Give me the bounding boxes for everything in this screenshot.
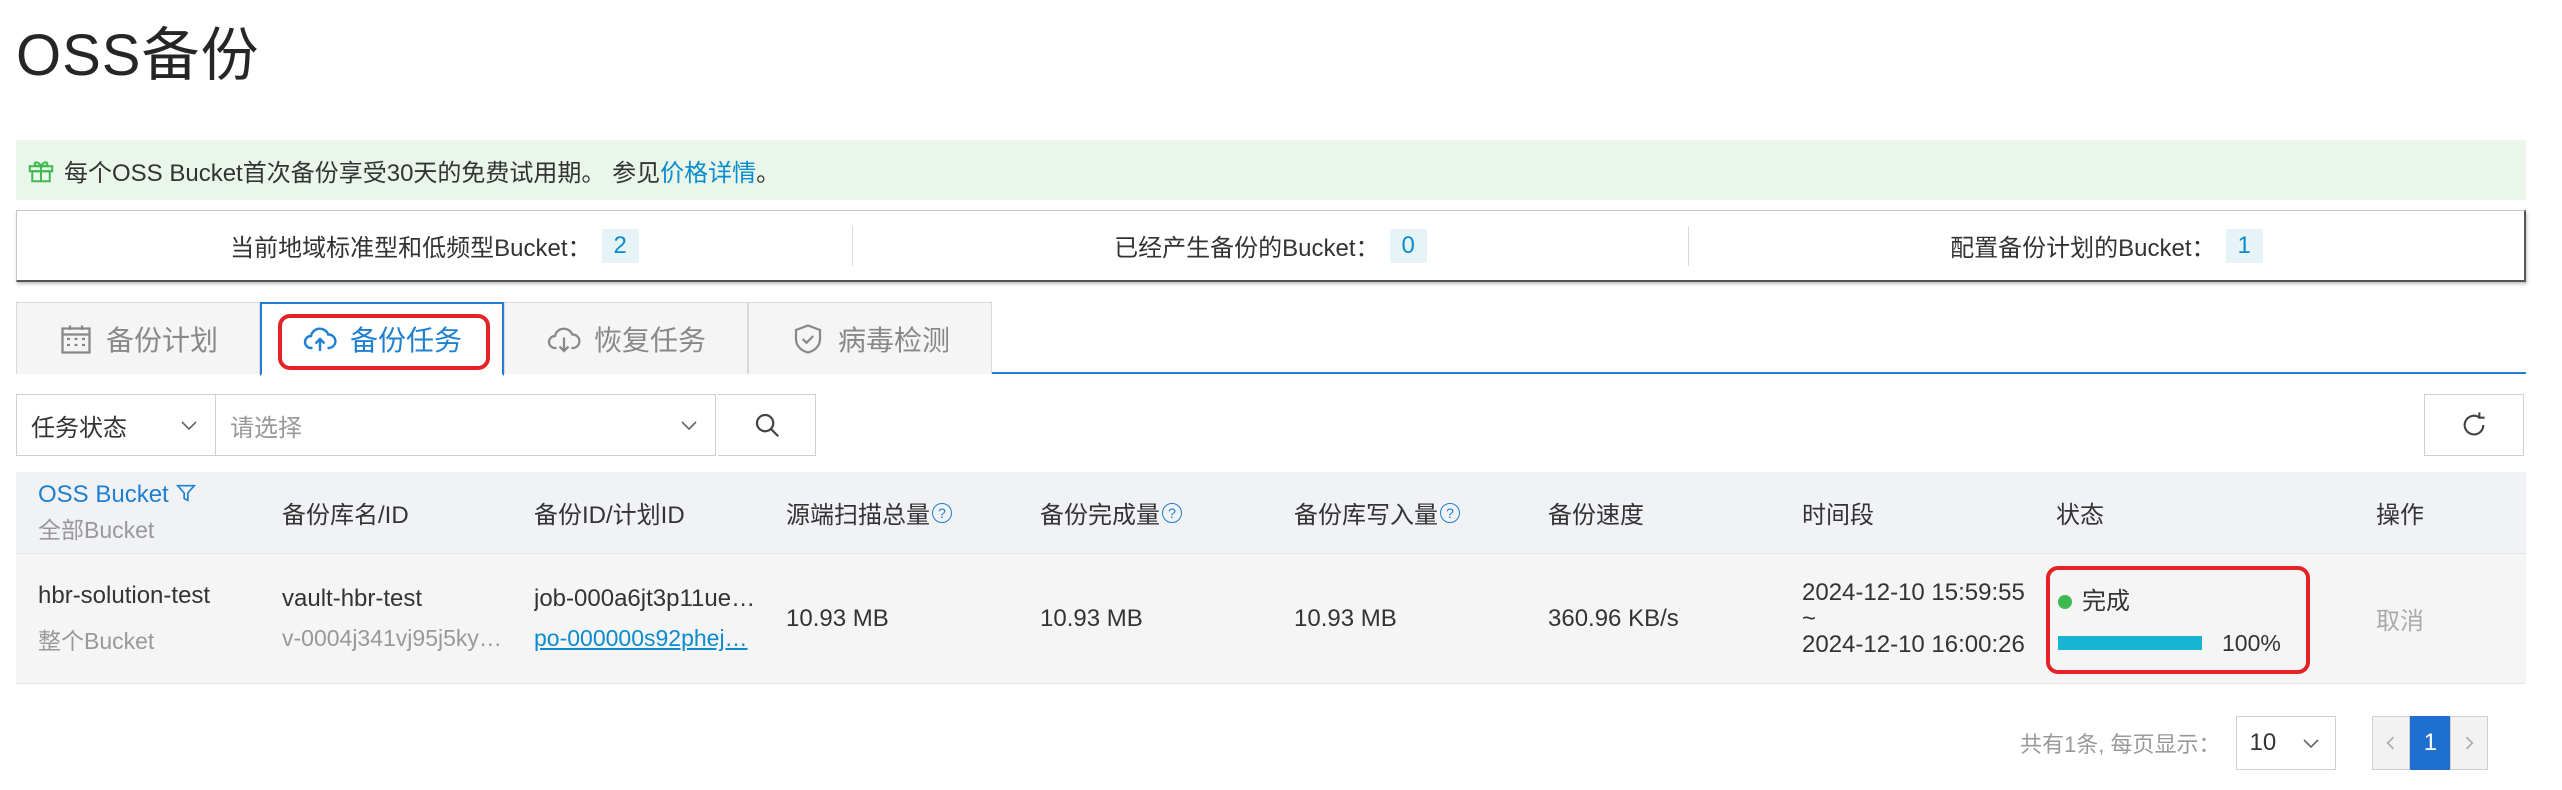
table-header: OSS Bucket 全部Bucket 备份库名/ID 备份ID/计划ID 源端… [16,472,2526,554]
stat-count: 2 [601,228,639,263]
free-trial-notice: 每个OSS Bucket首次备份享受30天的免费试用期。 参见 价格详情 。 [16,140,2526,200]
bucket-scope: 整个Bucket [38,627,155,654]
chevron-down-icon [181,421,197,431]
header-label: 时间段 [1802,502,1874,529]
help-icon[interactable]: ? [932,502,952,523]
help-icon[interactable]: ? [1162,502,1182,523]
written-value: 10.93 MB [1294,604,1397,632]
cell-written: 10.93 MB [1284,554,1538,683]
cell-time: 2024-12-10 15:59:55 ~ 2024-12-10 16:00:2… [1792,554,2046,683]
select-value: 任务状态 [31,414,127,442]
next-page-button[interactable] [2450,716,2489,770]
pagination: 共有1条, 每页显示： 10 1 [2020,716,2489,770]
tab-bar: 备份计划 备份任务 恢复任务 病毒检测 [16,302,2526,376]
header-label: 备份速度 [1548,502,1644,529]
time-end: 2024-12-10 16:00:26 [1802,630,2025,658]
page-size-value: 10 [2249,729,2277,756]
filter-bar: 任务状态 请选择 [16,394,816,456]
time-start: 2024-12-10 15:59:55 [1802,578,2025,606]
header-backup-id: 备份ID/计划ID [522,472,776,553]
calendar-icon [61,325,91,354]
header-bucket-filter-value: 全部Bucket [38,516,155,543]
chevron-down-icon [681,421,697,431]
time-separator: ~ [1802,604,1817,632]
tab-label: 备份计划 [105,324,218,356]
scan-total-value: 10.93 MB [786,604,889,632]
gift-icon [28,161,54,183]
notice-text: 每个OSS Bucket首次备份享受30天的免费试用期。 参见 [64,159,661,187]
refresh-icon [2463,412,2485,436]
stat-count: 0 [1389,228,1427,263]
header-vault: 备份库名/ID [268,472,522,553]
vault-id: v-0004j341vj95j5ky… [282,625,502,651]
chevron-right-icon [2466,736,2474,750]
status-value-select[interactable]: 请选择 [216,394,716,456]
header-written: 备份库写入量? [1284,472,1538,553]
search-icon [755,413,779,438]
tab-backup-plan[interactable]: 备份计划 [16,302,260,374]
highlight-annotation [278,314,490,370]
tab-restore-task[interactable]: 恢复任务 [504,302,748,374]
task-status-select[interactable]: 任务状态 [16,394,216,456]
header-label: 备份库写入量 [1294,502,1438,529]
bucket-stats-bar: 当前地域标准型和低频型Bucket： 2 已经产生备份的Bucket： 0 配置… [16,210,2526,282]
cell-action: 取消 [2376,554,2476,683]
header-label: OSS Bucket [38,480,169,508]
done-value: 10.93 MB [1040,604,1143,632]
refresh-button[interactable] [2424,394,2524,456]
tab-label: 恢复任务 [593,324,706,356]
job-id: job-000a6jt3p11ue… [534,585,756,612]
stat-count: 1 [2225,228,2263,263]
header-oss-bucket[interactable]: OSS Bucket 全部Bucket [16,472,268,553]
header-label: 备份完成量 [1040,502,1160,529]
header-time: 时间段 [1792,472,2046,553]
header-scan-total: 源端扫描总量? [776,472,1030,553]
search-button[interactable] [718,394,816,456]
cell-scan-total: 10.93 MB [776,554,1030,683]
status-highlight-annotation [2046,566,2310,674]
help-icon[interactable]: ? [1440,502,1460,523]
pager-summary: 共有1条, 每页显示： [2020,732,2221,757]
header-label: 操作 [2376,502,2424,529]
stat-label: 配置备份计划的Bucket： [1950,235,2216,262]
page-title: OSS备份 [16,23,260,88]
notice-suffix: 。 [756,159,781,187]
header-label: 状态 [2056,502,2104,529]
cell-speed: 360.96 KB/s [1538,554,1792,683]
tab-virus-scan[interactable]: 病毒检测 [748,302,992,374]
cancel-button[interactable]: 取消 [2376,601,2476,636]
stat-planned-buckets: 配置备份计划的Bucket： 1 [1689,226,2524,266]
select-placeholder: 请选择 [230,414,302,442]
chevron-down-icon [2303,739,2320,749]
vault-name: vault-hbr-test [282,585,423,612]
speed-value: 360.96 KB/s [1548,604,1679,632]
plan-id-link[interactable]: po-000000s92phej… [534,625,766,652]
prev-page-button[interactable] [2372,716,2411,770]
header-label: 备份库名/ID [282,502,409,529]
cell-done: 10.93 MB [1030,554,1284,683]
stat-backed-up-buckets: 已经产生备份的Bucket： 0 [853,225,1689,266]
bucket-name: hbr-solution-test [38,581,211,609]
page-size-select[interactable]: 10 [2236,716,2337,770]
stat-label: 当前地域标准型和低频型Bucket： [230,235,592,262]
cell-vault: vault-hbr-test v-0004j341vj95j5ky… [268,554,522,683]
cell-backup-id: job-000a6jt3p11ue… po-000000s92phej… [522,554,776,683]
header-speed: 备份速度 [1538,472,1792,553]
header-label: 源端扫描总量 [786,502,930,529]
tab-label: 病毒检测 [837,324,950,356]
stat-standard-buckets: 当前地域标准型和低频型Bucket： 2 [17,225,853,266]
pricing-details-link[interactable]: 价格详情 [660,153,756,188]
stat-label: 已经产生备份的Bucket： [1114,235,1380,262]
header-label: 备份ID/计划ID [534,502,685,529]
header-done: 备份完成量? [1030,472,1284,553]
shield-check-icon [794,323,822,354]
filter-icon[interactable] [175,482,197,504]
header-action: 操作 [2376,472,2476,553]
cloud-download-icon [547,327,581,353]
tab-backup-task[interactable]: 备份任务 [260,302,504,376]
current-page-button[interactable]: 1 [2410,716,2451,770]
cell-bucket: hbr-solution-test 整个Bucket [16,554,268,683]
chevron-left-icon [2386,736,2395,750]
header-status: 状态 [2046,472,2376,553]
